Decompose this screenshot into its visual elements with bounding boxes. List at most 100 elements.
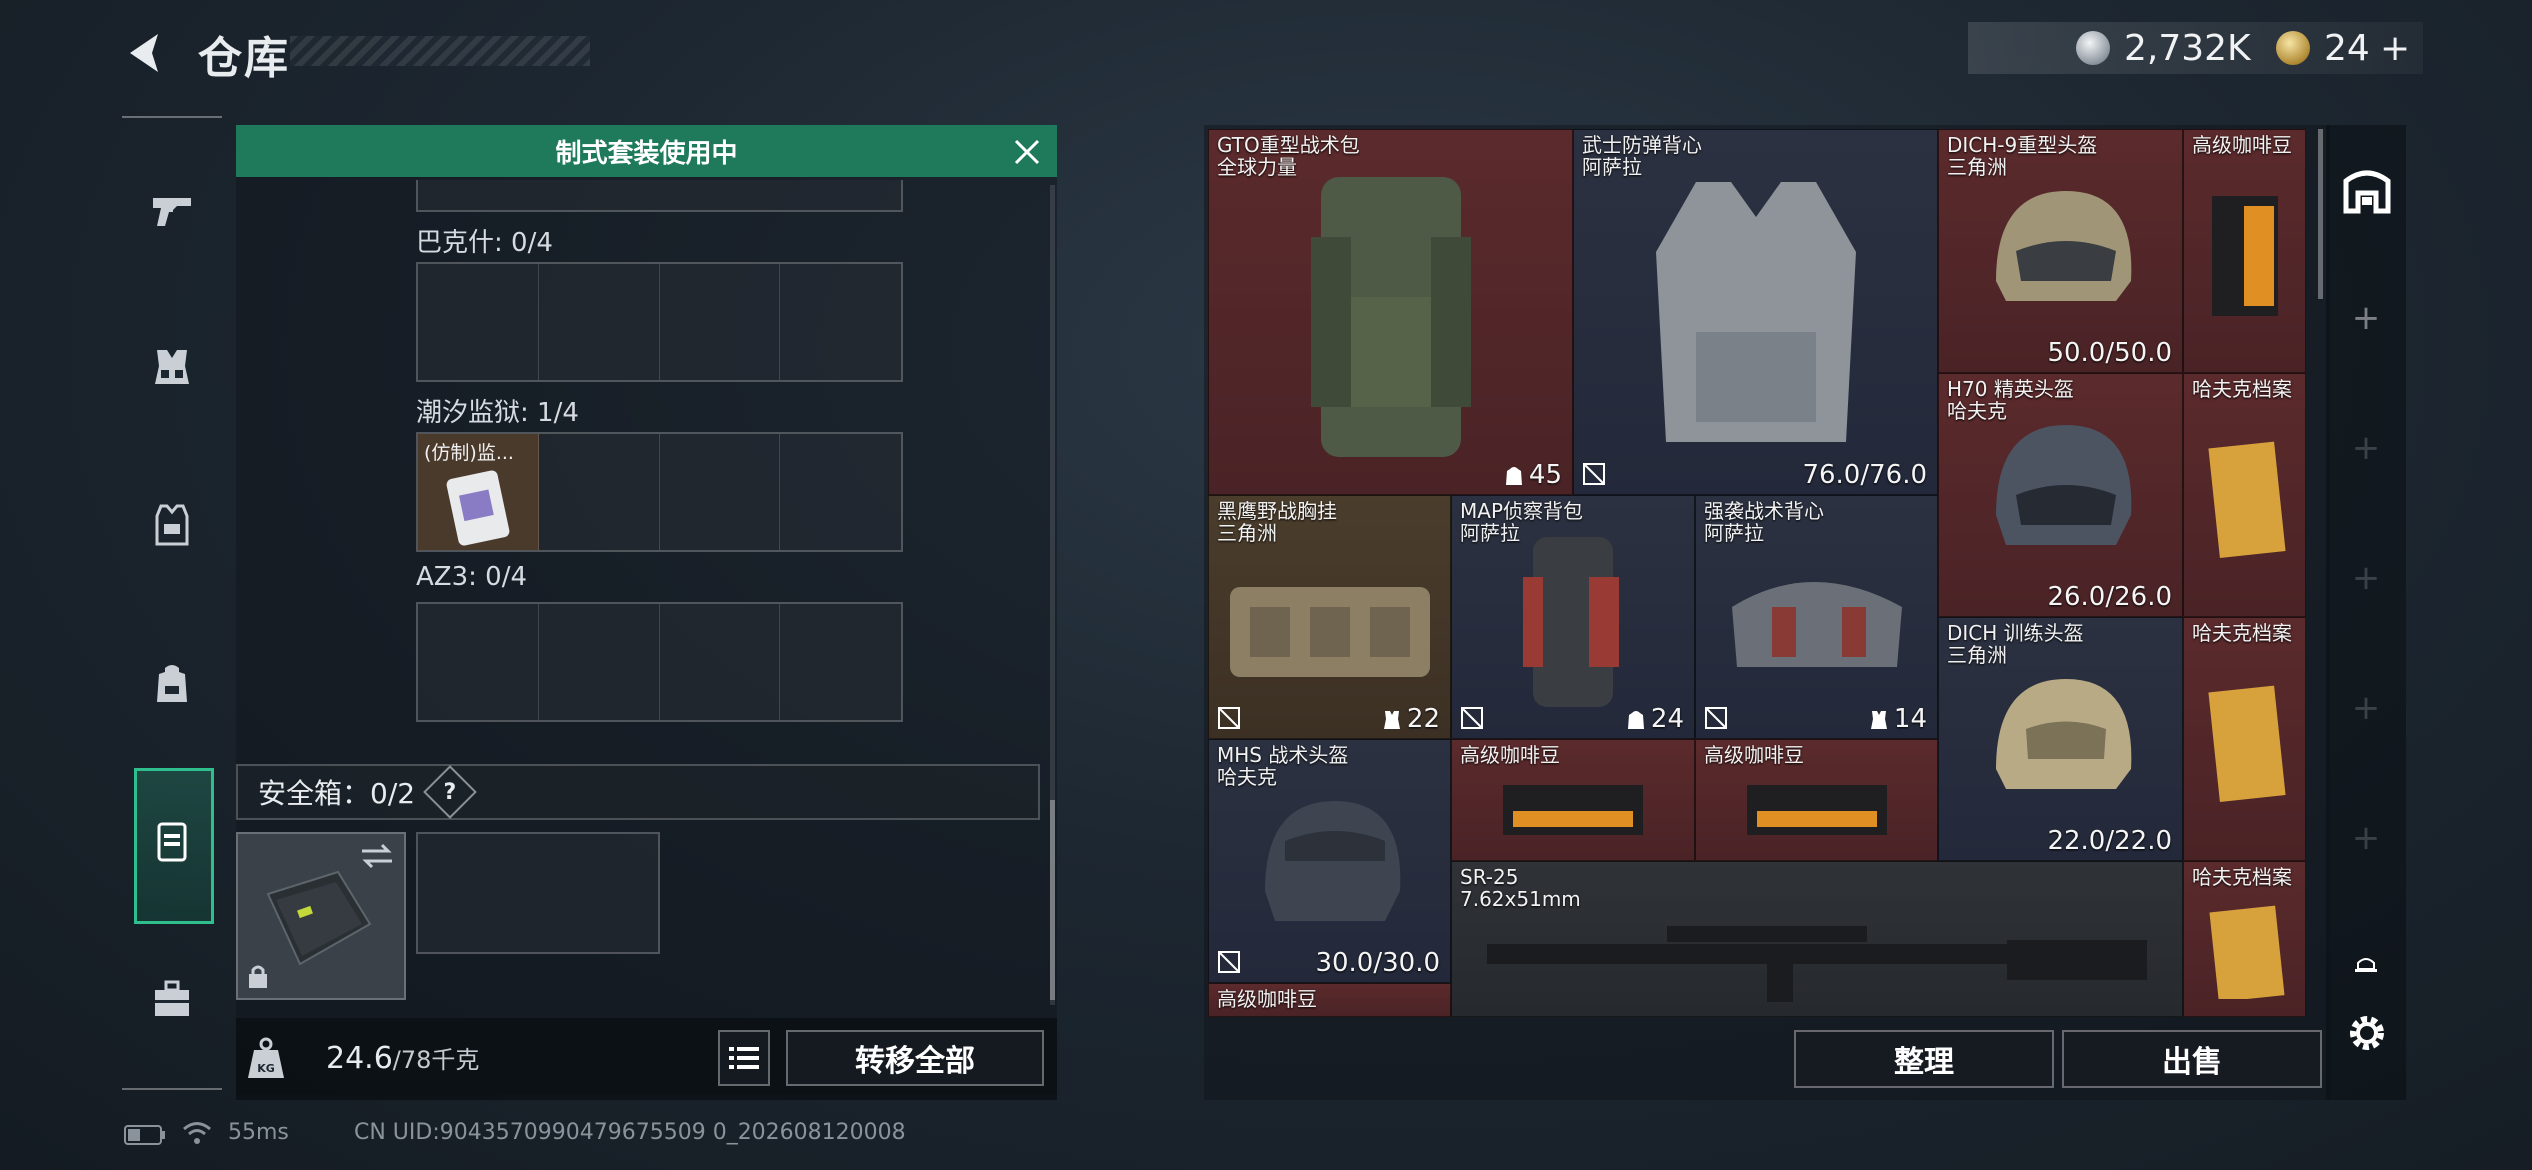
- empty-slot[interactable]: [660, 264, 781, 380]
- transfer-all-button[interactable]: 转移全部: [786, 1030, 1044, 1086]
- item-name: 高级咖啡豆: [2192, 133, 2292, 157]
- item-name: 哈夫克档案: [2192, 377, 2292, 401]
- empty-slot[interactable]: [418, 264, 539, 380]
- rail-item-backpack[interactable]: [122, 623, 222, 743]
- item-brand: 三角洲: [1217, 521, 1277, 545]
- bell-icon[interactable]: [2352, 953, 2380, 975]
- empty-slot[interactable]: [539, 264, 660, 380]
- empty-slot[interactable]: [780, 604, 901, 720]
- add-stash-tab-button[interactable]: +: [2326, 428, 2406, 468]
- inventory-item[interactable]: H70 精英头盔 哈夫克 26.0/26.0: [1938, 373, 2183, 617]
- empty-slot[interactable]: [780, 434, 901, 550]
- back-arrow-icon[interactable]: [120, 28, 170, 78]
- settings-gear-icon[interactable]: [2344, 1010, 2390, 1056]
- page-title: 仓库: [198, 33, 290, 84]
- empty-slot[interactable]: [780, 264, 901, 380]
- weight-max: /78千克: [392, 1046, 480, 1074]
- item-name: DICH 训练头盔 三角洲: [1947, 622, 2084, 666]
- stash-tab-home-icon[interactable]: [2340, 163, 2394, 217]
- inventory-item[interactable]: MAP侦察背包 阿萨拉 24: [1451, 495, 1695, 739]
- rail-item-armor[interactable]: [122, 465, 222, 585]
- gold-coin-icon: [2276, 31, 2310, 65]
- item-name: 哈夫克档案: [2192, 865, 2292, 889]
- item-title: SR-25: [1460, 865, 1519, 889]
- inventory-item[interactable]: 武士防弹背心 阿萨拉 76.0/76.0: [1573, 129, 1938, 495]
- add-stash-tab-button[interactable]: +: [2326, 688, 2406, 728]
- item-capacity: 14: [1893, 704, 1927, 734]
- close-icon[interactable]: [1010, 135, 1044, 169]
- item-value: 14: [1868, 704, 1927, 734]
- safe-case-icon: [266, 870, 372, 966]
- sell-button[interactable]: 出售: [2062, 1030, 2322, 1088]
- coffee-bag-image: [2184, 130, 2305, 372]
- ping-value: 55ms: [228, 1120, 289, 1145]
- list-view-button[interactable]: [718, 1030, 770, 1086]
- item-brand: 阿萨拉: [1704, 521, 1764, 545]
- inventory-item[interactable]: 高级咖啡豆: [2183, 129, 2306, 373]
- slot-grid: (仿制)监...: [416, 432, 903, 552]
- inventory-grid: GTO重型战术包 全球力量 45 武士防弹背心 阿萨拉 76.0/76.0 DICH…: [1208, 129, 2306, 1017]
- backpack-icon: [1627, 710, 1644, 729]
- item-name: 高级咖啡豆: [1217, 987, 1317, 1011]
- empty-slot[interactable]: [539, 434, 660, 550]
- item-name: SR-25 7.62x51mm: [1460, 866, 1581, 910]
- swap-icon[interactable]: [360, 842, 394, 870]
- item-brand: 阿萨拉: [1460, 521, 1520, 545]
- inventory-item[interactable]: SR-25 7.62x51mm: [1451, 861, 2183, 1017]
- item-title: H70 精英头盔: [1947, 377, 2074, 401]
- inventory-item[interactable]: 哈夫克档案: [2183, 861, 2306, 1017]
- add-stash-tab-button[interactable]: +: [2326, 298, 2406, 338]
- scrollbar-thumb[interactable]: [1050, 800, 1055, 1000]
- help-button[interactable]: ?: [423, 765, 477, 819]
- add-stash-tab-button[interactable]: +: [2326, 558, 2406, 598]
- inventory-item[interactable]: 高级咖啡豆: [1695, 739, 1938, 861]
- inventory-item[interactable]: 高级咖啡豆: [1208, 983, 1451, 1017]
- no-insure-icon: [1705, 707, 1727, 729]
- pistol-icon: [153, 198, 191, 226]
- slot-item-name: (仿制)监...: [424, 442, 514, 464]
- empty-slot[interactable]: [418, 604, 539, 720]
- item-brand: 哈夫克: [1947, 399, 2007, 423]
- add-currency-button[interactable]: +: [2380, 28, 2410, 69]
- rail-item-weapon[interactable]: [122, 149, 222, 269]
- rail-item-toolbox[interactable]: [122, 939, 222, 1059]
- inventory-item[interactable]: GTO重型战术包 全球力量 45: [1208, 129, 1573, 495]
- inventory-item[interactable]: DICH-9重型头盔 三角洲 50.0/50.0: [1938, 129, 2183, 373]
- empty-slot[interactable]: [660, 604, 781, 720]
- empty-slot[interactable]: [539, 604, 660, 720]
- chest-rig-icon: [1870, 710, 1887, 729]
- uid-text: CN UID:9043570990479675509 0_20260812000…: [354, 1120, 906, 1145]
- item-value: 24: [1625, 704, 1684, 734]
- silver-currency-value: 2,732K: [2124, 28, 2251, 69]
- empty-slot[interactable]: [416, 832, 660, 954]
- inventory-item[interactable]: 哈夫克档案: [2183, 373, 2306, 617]
- inventory-item[interactable]: 高级咖啡豆: [1451, 739, 1695, 861]
- help-icon: ?: [443, 779, 457, 805]
- inventory-item[interactable]: 黑鹰野战胸挂 三角洲 22: [1208, 495, 1451, 739]
- item-brand: 阿萨拉: [1582, 155, 1642, 179]
- weight-current: 24.6: [326, 1041, 393, 1076]
- rail-item-safe-box[interactable]: [122, 781, 222, 901]
- inventory-item[interactable]: DICH 训练头盔 三角洲 22.0/22.0: [1938, 617, 2183, 861]
- silver-coin-icon: [2076, 31, 2110, 65]
- inventory-item[interactable]: 哈夫克档案: [2183, 617, 2306, 861]
- item-value: 45: [1503, 460, 1562, 490]
- add-stash-tab-button[interactable]: +: [2326, 818, 2406, 858]
- inventory-scroll-thumb[interactable]: [2318, 129, 2323, 299]
- item-title: GTO重型战术包: [1217, 133, 1360, 157]
- item-title: DICH 训练头盔: [1947, 621, 2084, 645]
- empty-slot[interactable]: [660, 434, 781, 550]
- list-icon: [729, 1047, 759, 1069]
- slot-grid: [416, 262, 903, 382]
- inventory-item[interactable]: MHS 战术头盔 哈夫克 30.0/30.0: [1208, 739, 1451, 983]
- item-title: MAP侦察背包: [1460, 499, 1583, 523]
- item-name: 强袭战术背心 阿萨拉: [1704, 500, 1824, 544]
- no-insure-icon: [1218, 707, 1240, 729]
- inventory-item[interactable]: 强袭战术背心 阿萨拉 14: [1695, 495, 1938, 739]
- sort-button[interactable]: 整理: [1794, 1030, 2054, 1088]
- rail-item-chest-rig[interactable]: [122, 307, 222, 427]
- safe-box-slot[interactable]: [236, 832, 406, 1000]
- item-brand: 三角洲: [1947, 155, 2007, 179]
- item-durability: 22.0/22.0: [2047, 826, 2172, 856]
- slot-item[interactable]: (仿制)监...: [418, 434, 539, 550]
